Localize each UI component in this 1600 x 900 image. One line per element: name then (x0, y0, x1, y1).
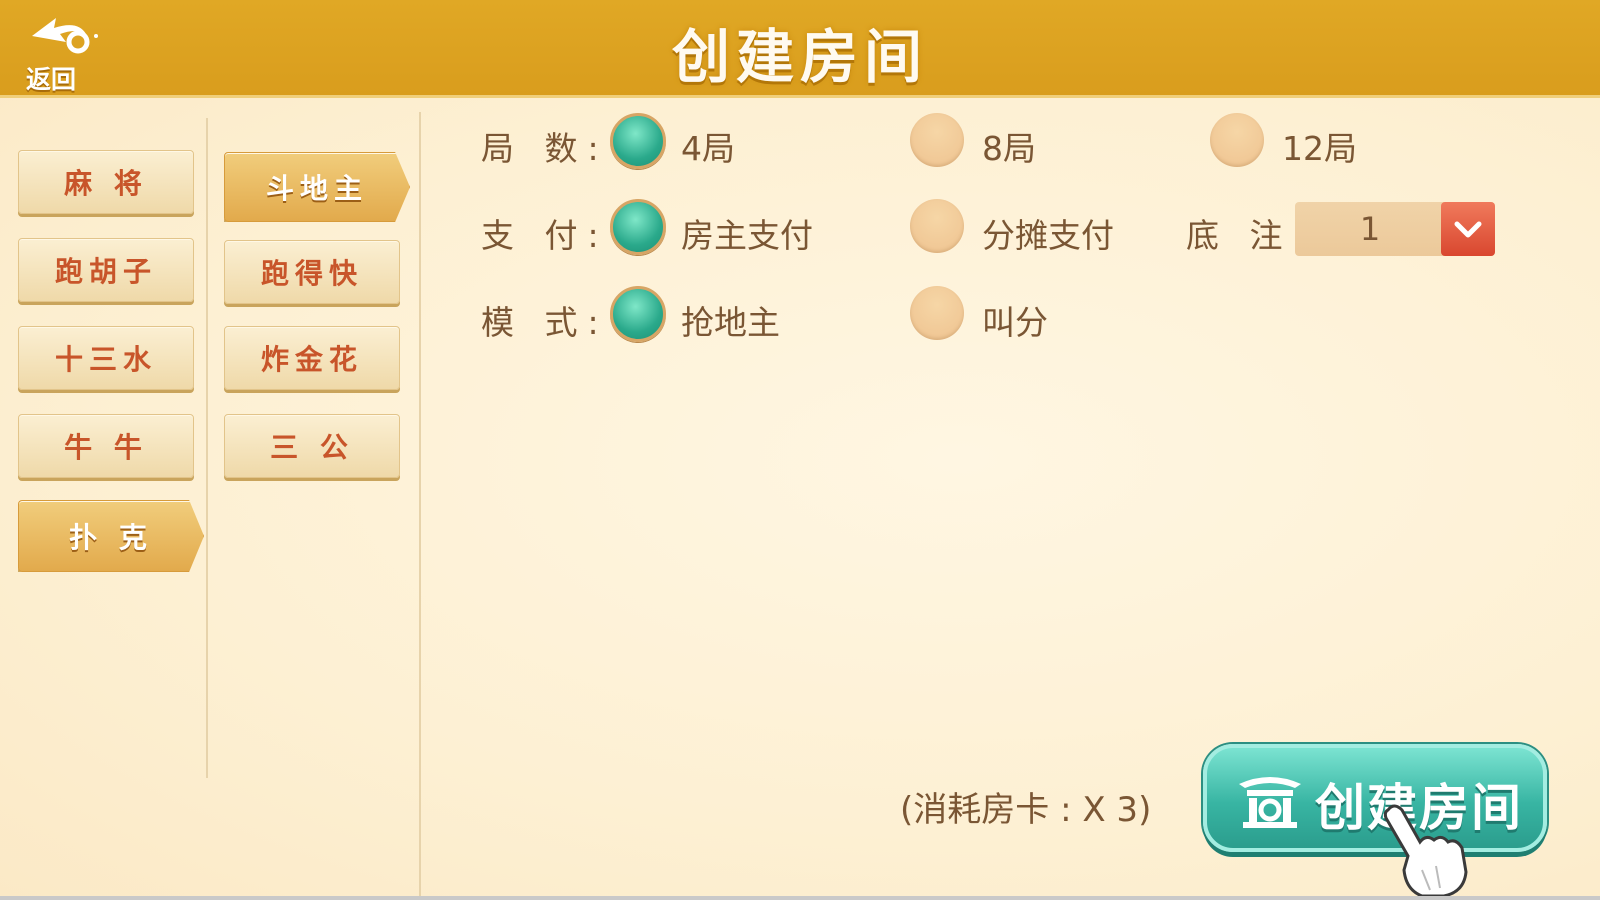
payment-label: 支 付: (481, 216, 609, 255)
rounds-4-label: 4局 (681, 129, 735, 168)
game-zhajinhua[interactable]: 炸金花 (224, 326, 400, 390)
base-bet-dropdown-button[interactable] (1441, 202, 1495, 256)
create-room-button[interactable]: 创建房间 (1203, 744, 1547, 852)
bottom-border (0, 896, 1600, 900)
category-niuniu[interactable]: 牛 牛 (18, 414, 194, 478)
mode-grab-landlord-radio[interactable] (610, 286, 666, 342)
game-sangong[interactable]: 三 公 (224, 414, 400, 478)
payment-host-label: 房主支付 (681, 216, 813, 255)
rounds-12-label: 12局 (1282, 129, 1357, 168)
header-bar: 返回 创建房间 (0, 0, 1600, 98)
mode-label: 模 式: (481, 303, 609, 342)
base-bet-value: 1 (1359, 210, 1381, 248)
payment-split-label: 分摊支付 (982, 216, 1114, 255)
mode-grab-landlord-label: 抢地主 (681, 303, 780, 342)
category-poker[interactable]: 扑 克 (18, 500, 204, 572)
mode-call-score-label: 叫分 (982, 303, 1048, 342)
category-shisanshui[interactable]: 十三水 (18, 326, 194, 390)
category-mahjong[interactable]: 麻 将 (18, 150, 194, 214)
content-divider (419, 112, 421, 900)
rounds-8-label: 8局 (982, 129, 1036, 168)
game-paodekuai[interactable]: 跑得快 (224, 240, 400, 304)
payment-split-radio[interactable] (910, 199, 964, 253)
gate-icon (1239, 777, 1301, 828)
pointing-hand-icon (1383, 804, 1468, 898)
page-title: 创建房间 (671, 23, 928, 91)
sidebar-divider (206, 118, 208, 778)
payment-host-radio[interactable] (610, 199, 666, 255)
category-paohuzi[interactable]: 跑胡子 (18, 238, 194, 302)
chevron-down-icon (1454, 221, 1482, 238)
rounds-8-radio[interactable] (910, 113, 964, 167)
rounds-label: 局 数: (481, 129, 609, 168)
rounds-12-radio[interactable] (1210, 113, 1264, 167)
rounds-4-radio[interactable] (610, 113, 666, 169)
room-card-cost: (消耗房卡 : X 3) (900, 790, 1152, 830)
base-bet-select[interactable]: 1 (1295, 202, 1495, 256)
game-doudizhu[interactable]: 斗地主 (224, 152, 410, 222)
mode-call-score-radio[interactable] (910, 286, 964, 340)
